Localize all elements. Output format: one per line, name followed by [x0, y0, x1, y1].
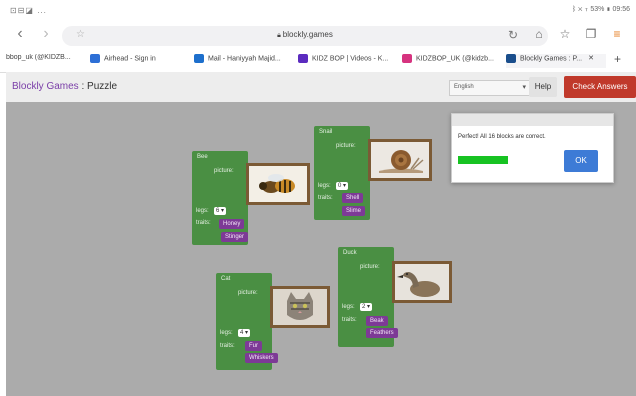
- tab-kidzbop-1[interactable]: bbop_uk (@KIDZB...: [6, 54, 82, 68]
- tab-blockly-games[interactable]: Blockly Games : P... ✕: [506, 54, 606, 68]
- tab-label: KIDZ BOP | Videos - K...: [312, 55, 389, 63]
- block-name: Bee: [197, 154, 208, 160]
- trait-block[interactable]: Stinger: [221, 232, 249, 242]
- chevron-down-icon: ▾: [522, 84, 526, 91]
- mail-favicon-icon: [194, 54, 204, 63]
- picture-label: picture:: [360, 264, 380, 270]
- trait-block[interactable]: Shell: [342, 193, 364, 203]
- back-icon[interactable]: ‹: [10, 24, 30, 44]
- status-left-icons: ⊡⊟◪ ...: [10, 6, 47, 15]
- traits-label: traits:: [196, 220, 211, 226]
- tab-label: bbop_uk (@KIDZB...: [6, 54, 71, 61]
- legs-dropdown[interactable]: 2 ▾: [360, 303, 373, 311]
- instagram-favicon-icon: [402, 54, 412, 63]
- page-title: Blockly Games : Puzzle: [12, 81, 117, 92]
- duck-picture: [395, 264, 449, 300]
- trait-block[interactable]: Beak: [366, 316, 388, 326]
- app-header: Blockly Games : Puzzle English ▾ Help Ch…: [6, 72, 636, 102]
- ok-button[interactable]: OK: [564, 150, 598, 172]
- tab-label: KIDZBOP_UK (@kidzb...: [416, 55, 494, 63]
- block-name: Cat: [221, 276, 231, 282]
- url-text: 🔒︎ blockly.games: [62, 30, 548, 40]
- legs-value: 6: [216, 208, 220, 214]
- new-tab-button[interactable]: +: [614, 52, 621, 66]
- airhead-favicon-icon: [90, 54, 100, 63]
- trait-block[interactable]: Fur: [245, 341, 262, 351]
- block-bee[interactable]: Bee picture: legs: 6 ▾ traits:: [192, 151, 248, 245]
- tabs-icon[interactable]: ❐: [580, 24, 602, 44]
- legs-label: legs:: [196, 208, 209, 214]
- snail-picture: [371, 142, 429, 178]
- chevron-down-icon: ▾: [343, 183, 347, 189]
- tab-label: Airhead - Sign in: [104, 55, 156, 63]
- tab-close-icon[interactable]: ✕: [588, 55, 594, 62]
- chevron-down-icon: ▾: [367, 304, 371, 310]
- check-answers-button[interactable]: Check Answers: [564, 76, 636, 98]
- status-right-info: ᛒ ✕ ⊤ 53% ▮ 09:56: [571, 6, 630, 13]
- browser-toolbar: ‹ › ☆ 🔒︎ blockly.games ↻ ⌂ ☆ ❐ ≡: [0, 20, 636, 50]
- legs-dropdown[interactable]: 0 ▾: [336, 182, 349, 190]
- chevron-down-icon: ▾: [245, 330, 249, 336]
- chevron-down-icon: ▾: [221, 208, 225, 214]
- legs-dropdown[interactable]: 6 ▾: [214, 207, 227, 215]
- language-select[interactable]: English ▾: [449, 80, 531, 96]
- help-button[interactable]: Help: [529, 77, 557, 97]
- picture-frame-snail: [368, 139, 432, 181]
- legs-label: legs:: [342, 304, 355, 310]
- brand-link[interactable]: Blockly Games: [12, 81, 79, 92]
- trait-block[interactable]: Whiskers: [245, 353, 278, 363]
- home-icon[interactable]: ⌂: [528, 24, 550, 44]
- success-dialog: Perfect! All 16 blocks are correct. OK: [451, 113, 614, 183]
- page-name: Puzzle: [87, 81, 118, 92]
- trait-block[interactable]: Feathers: [366, 328, 398, 338]
- forward-icon[interactable]: ›: [36, 24, 56, 44]
- traits-label: traits:: [342, 317, 357, 323]
- tab-kidzbop-uk[interactable]: KIDZBOP_UK (@kidzb...: [402, 54, 498, 68]
- bookmark-icon[interactable]: ☆: [554, 24, 576, 44]
- url-value: blockly.games: [282, 30, 333, 39]
- bee-picture: [249, 166, 307, 202]
- tab-label: Blockly Games : P...: [520, 55, 583, 63]
- picture-frame-bee: [246, 163, 310, 205]
- tab-kidzbop-videos[interactable]: KIDZ BOP | Videos - K...: [298, 54, 394, 68]
- trait-block[interactable]: Honey: [219, 219, 245, 229]
- picture-label: picture:: [238, 290, 258, 296]
- picture-frame-cat: [270, 286, 330, 328]
- title-separator: :: [78, 81, 88, 92]
- block-name: Snail: [319, 129, 333, 135]
- tab-label: Mail - Haniyyah Majid...: [208, 55, 281, 63]
- blockly-favicon-icon: [506, 54, 516, 63]
- traits-label: traits:: [220, 343, 235, 349]
- dialog-message: Perfect! All 16 blocks are correct.: [458, 134, 546, 140]
- dialog-titlebar[interactable]: [452, 114, 613, 126]
- traits-label: traits:: [318, 195, 333, 201]
- tab-mail[interactable]: Mail - Haniyyah Majid...: [194, 54, 290, 68]
- legs-value: 2: [362, 304, 366, 310]
- progress-bar: [458, 156, 508, 164]
- menu-icon[interactable]: ≡: [606, 24, 628, 44]
- language-value: English: [454, 84, 474, 90]
- legs-label: legs:: [318, 183, 331, 189]
- legs-label: legs:: [220, 330, 233, 336]
- picture-label: picture:: [214, 168, 234, 174]
- picture-frame-duck: [392, 261, 452, 303]
- reload-icon[interactable]: ↻: [508, 28, 518, 42]
- legs-dropdown[interactable]: 4 ▾: [238, 329, 251, 337]
- block-name: Duck: [343, 250, 357, 256]
- status-bar: ⊡⊟◪ ... ᛒ ✕ ⊤ 53% ▮ 09:56: [0, 0, 636, 20]
- address-bar[interactable]: ☆ 🔒︎ blockly.games ↻: [62, 26, 548, 46]
- tab-bar: bbop_uk (@KIDZB... Airhead - Sign in Mai…: [0, 50, 636, 73]
- trait-block[interactable]: Slime: [342, 206, 366, 216]
- legs-value: 0: [338, 183, 342, 189]
- picture-label: picture:: [336, 143, 356, 149]
- legs-value: 4: [240, 330, 244, 336]
- tab-airhead[interactable]: Airhead - Sign in: [90, 54, 182, 68]
- cat-picture: [273, 289, 327, 325]
- kidzbop-favicon-icon: [298, 54, 308, 63]
